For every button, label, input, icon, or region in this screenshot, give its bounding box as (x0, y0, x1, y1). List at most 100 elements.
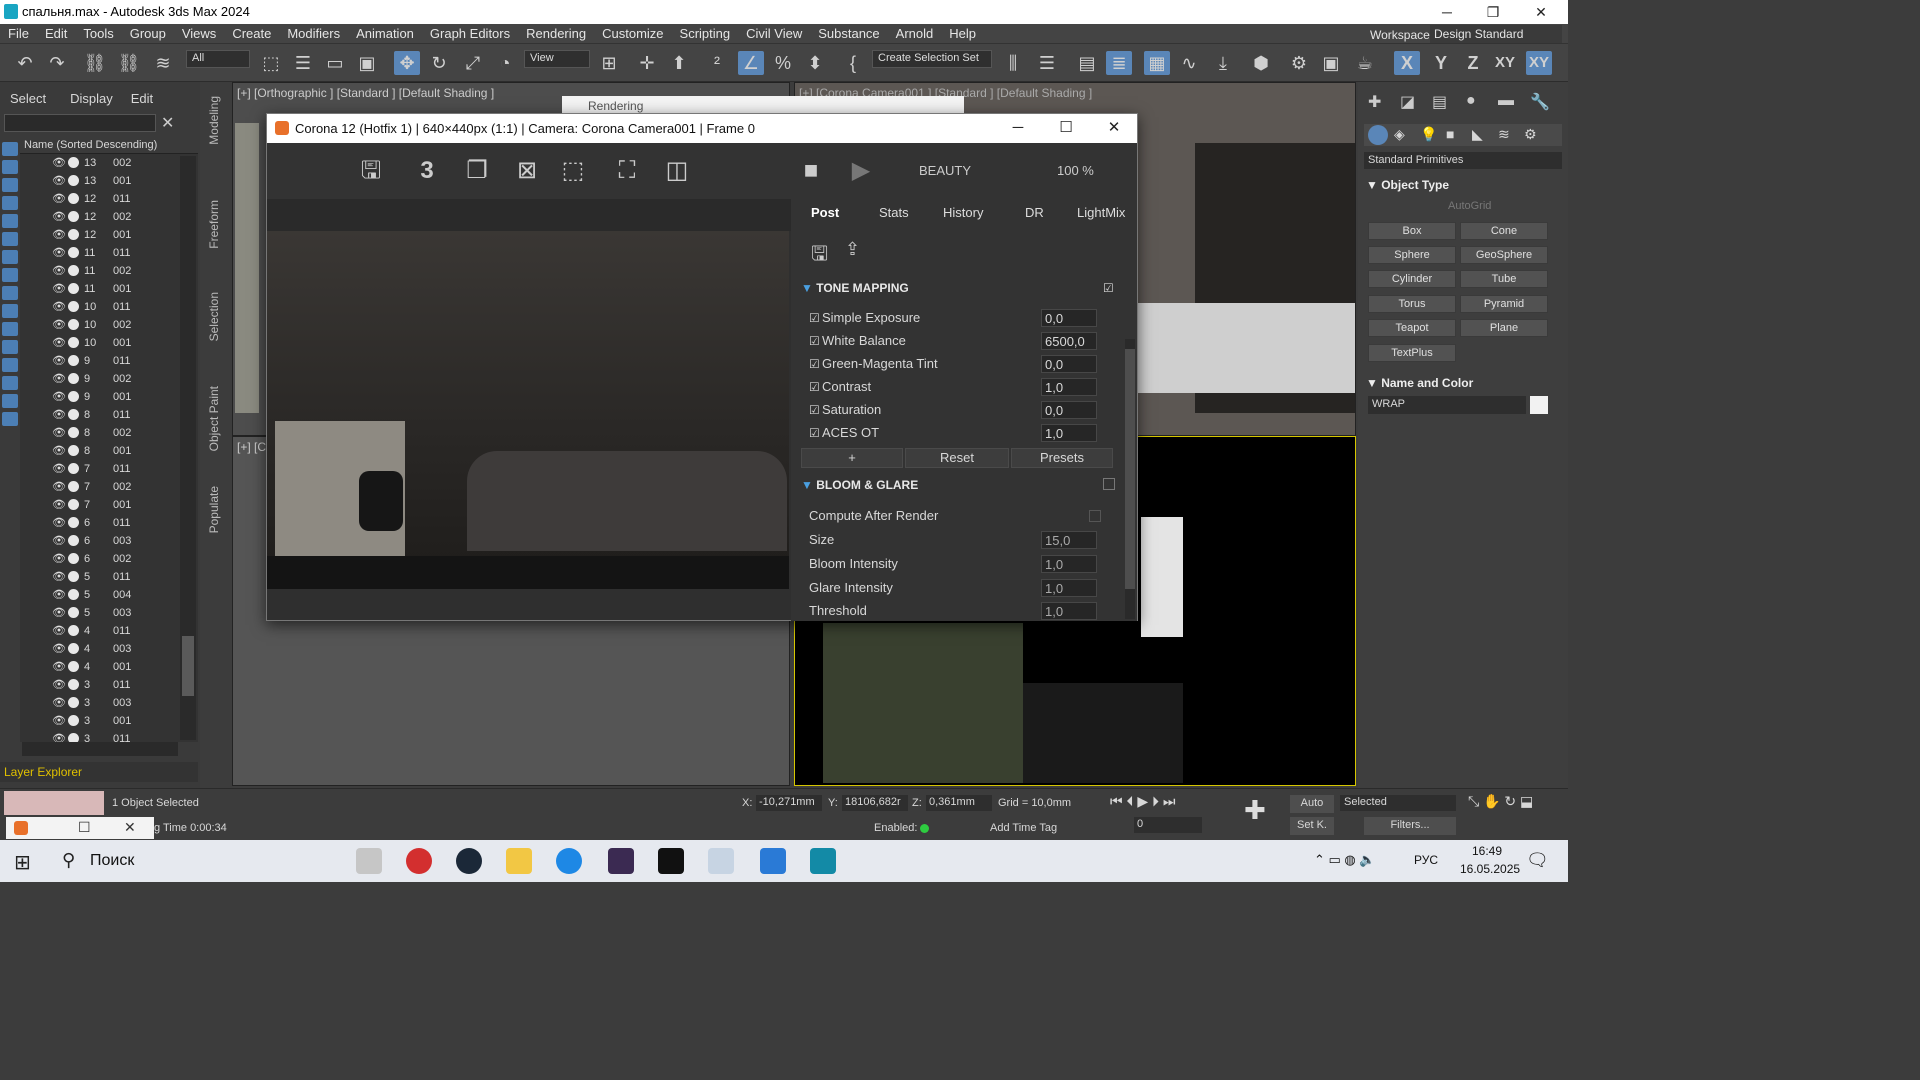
render-production-icon[interactable]: ☕ (1352, 51, 1378, 75)
motion-tab-icon[interactable]: ● (1466, 92, 1476, 110)
freeze-icon[interactable] (68, 229, 79, 240)
link-icon[interactable]: ⛓ (82, 51, 108, 75)
geometry-icon[interactable] (1368, 125, 1388, 145)
menu-graph-editors[interactable]: Graph Editors (422, 24, 518, 43)
green-magenta-input[interactable]: 0,0 (1041, 355, 1097, 373)
object-type-header[interactable]: ▼ Object Type (1366, 178, 1449, 192)
panel-scrollbar[interactable] (1125, 339, 1135, 619)
freeze-icon[interactable] (68, 535, 79, 546)
filter-containers-icon[interactable] (2, 304, 18, 318)
selection-filter-dropdown[interactable]: All (186, 50, 250, 68)
lights-icon[interactable]: 💡 (1420, 126, 1437, 143)
visibility-icon[interactable]: 👁 (52, 462, 66, 475)
scene-row[interactable]: 👁 3 001 (20, 712, 198, 730)
presets-button[interactable]: Presets (1011, 448, 1113, 468)
visibility-icon[interactable]: 👁 (52, 552, 66, 565)
tab-stats[interactable]: Stats (879, 205, 909, 220)
maxscript-listener[interactable] (4, 791, 104, 815)
snaps-toggle-icon[interactable]: ² (704, 51, 730, 75)
tab-display[interactable]: Display (70, 91, 113, 106)
scene-row[interactable]: 👁 8 011 (20, 406, 198, 424)
move-icon[interactable]: ✥ (394, 51, 420, 75)
tab-freeform[interactable]: Freeform (207, 200, 221, 249)
rect-selection-icon[interactable]: ▭ (322, 51, 348, 75)
green-magenta-checkbox[interactable]: ☑ (809, 357, 820, 371)
visibility-icon[interactable]: 👁 (52, 516, 66, 529)
aces-ot-input[interactable]: 1,0 (1041, 424, 1097, 442)
visibility-icon[interactable]: 👁 (52, 390, 66, 403)
visibility-icon[interactable]: 👁 (52, 210, 66, 223)
scene-list-scrollbar[interactable] (180, 156, 196, 740)
freeze-icon[interactable] (68, 715, 79, 726)
curve-editor-icon[interactable]: ∿ (1176, 51, 1202, 75)
freeze-icon[interactable] (68, 373, 79, 384)
primitives-dropdown[interactable]: Standard Primitives (1364, 152, 1562, 169)
pass-dropdown[interactable]: BEAUTY (919, 163, 971, 178)
torus-button[interactable]: Torus (1368, 295, 1456, 313)
visibility-icon[interactable]: 👁 (52, 678, 66, 691)
3dsmax-taskbar-icon[interactable] (810, 848, 836, 874)
viewport-nav-icons[interactable]: ⤡ ✋ ↻ ⬓ (1468, 793, 1533, 810)
axis-xy-button[interactable]: XY (1492, 51, 1518, 75)
autogrid-checkbox[interactable]: AutoGrid (1448, 200, 1491, 212)
contrast-input[interactable]: 1,0 (1041, 378, 1097, 396)
freeze-icon[interactable] (68, 211, 79, 222)
axis-xy-cycle-button[interactable]: XY (1526, 51, 1552, 75)
tab-post[interactable]: Post (811, 205, 839, 220)
glare-intensity-input[interactable]: 1,0 (1041, 579, 1097, 597)
visibility-icon[interactable]: 👁 (52, 642, 66, 655)
scene-row[interactable]: 👁 5 003 (20, 604, 198, 622)
image-viewer-icon[interactable] (708, 848, 734, 874)
rendered-image[interactable] (267, 231, 789, 589)
freeze-icon[interactable] (68, 355, 79, 366)
scene-row[interactable]: 👁 7 001 (20, 496, 198, 514)
filters-button[interactable]: Filters... (1364, 817, 1456, 835)
scene-explorer-icon[interactable]: ▤ (1074, 51, 1100, 75)
steam-icon[interactable] (456, 848, 482, 874)
freeze-icon[interactable] (68, 643, 79, 654)
vfb-minimize-button[interactable]: ─ (995, 116, 1041, 140)
scene-row[interactable]: 👁 10 001 (20, 334, 198, 352)
freeze-icon[interactable] (68, 283, 79, 294)
schematic-view-icon[interactable]: ⤓ (1210, 51, 1236, 75)
align-icon[interactable]: ☰ (1034, 51, 1060, 75)
contrast-checkbox[interactable]: ☑ (809, 380, 820, 394)
photos-icon[interactable] (760, 848, 786, 874)
x-coordinate[interactable]: -10,271mm (756, 795, 822, 811)
create-selection-set-dropdown[interactable]: Create Selection Set (872, 50, 992, 68)
freeze-icon[interactable] (68, 193, 79, 204)
freeze-icon[interactable] (68, 247, 79, 258)
pyramid-button[interactable]: Pyramid (1460, 295, 1548, 313)
filter-cameras-icon[interactable] (2, 196, 18, 210)
size-input[interactable]: 15,0 (1041, 531, 1097, 549)
menu-edit[interactable]: Edit (37, 24, 75, 43)
taskbar-preview-window[interactable]: ☐ ✕ (6, 817, 154, 839)
layer-explorer-label[interactable]: Layer Explorer (0, 762, 198, 782)
scene-row[interactable]: 👁 4 011 (20, 622, 198, 640)
freeze-icon[interactable] (68, 175, 79, 186)
filter-hidden-icon[interactable] (2, 340, 18, 354)
preview-close-icon[interactable]: ✕ (124, 819, 136, 836)
name-color-header[interactable]: ▼ Name and Color (1366, 376, 1473, 390)
tube-button[interactable]: Tube (1460, 270, 1548, 288)
set-key-button[interactable]: Set K. (1290, 817, 1334, 835)
reset-button[interactable]: Reset (905, 448, 1009, 468)
workspaces-dropdown[interactable]: Design Standard (1430, 25, 1562, 43)
filter-xrefs-icon[interactable] (2, 268, 18, 282)
menu-create[interactable]: Create (224, 24, 279, 43)
key-filter-dropdown[interactable]: Selected (1340, 795, 1456, 811)
scene-search-input[interactable] (4, 114, 156, 132)
scene-row[interactable]: 👁 3 011 (20, 676, 198, 694)
window-crossing-icon[interactable]: ▣ (354, 51, 380, 75)
scene-row[interactable]: 👁 8 001 (20, 442, 198, 460)
visibility-icon[interactable]: 👁 (52, 282, 66, 295)
scene-row[interactable]: 👁 9 011 (20, 352, 198, 370)
tab-edit[interactable]: Edit (131, 91, 153, 106)
sphere-button[interactable]: Sphere (1368, 246, 1456, 264)
viewport-label[interactable]: [+] [C (237, 440, 266, 454)
ribbon-icon[interactable]: ▦ (1144, 51, 1170, 75)
select-manipulate-icon[interactable]: ✛ (634, 51, 660, 75)
scene-row[interactable]: 👁 7 011 (20, 460, 198, 478)
preview-maximize-icon[interactable]: ☐ (78, 819, 91, 836)
vfb-maximize-button[interactable]: ☐ (1043, 116, 1089, 140)
